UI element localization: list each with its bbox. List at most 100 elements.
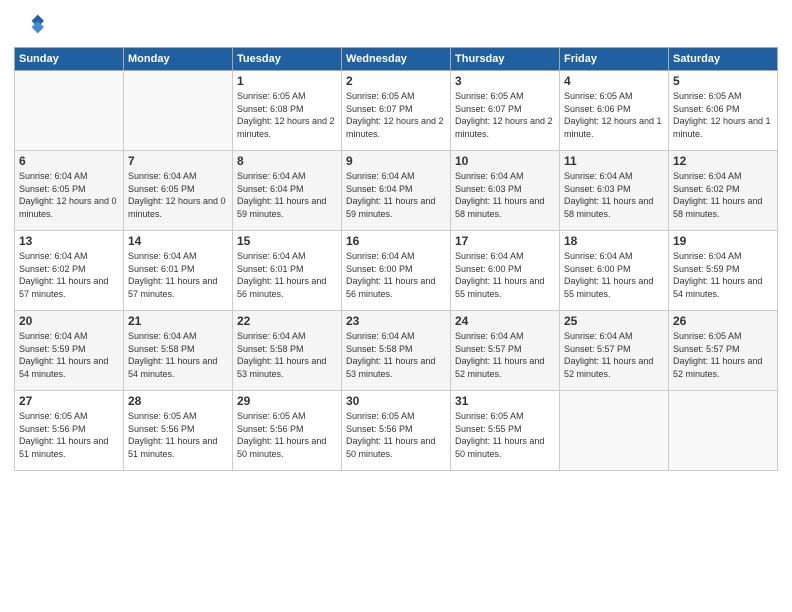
day-number: 16 [346, 234, 446, 248]
calendar-cell [560, 391, 669, 471]
weekday-header-thursday: Thursday [451, 48, 560, 71]
calendar-cell: 25Sunrise: 6:04 AM Sunset: 5:57 PM Dayli… [560, 311, 669, 391]
day-number: 19 [673, 234, 773, 248]
day-info: Sunrise: 6:05 AM Sunset: 6:06 PM Dayligh… [673, 90, 773, 140]
day-info: Sunrise: 6:04 AM Sunset: 6:05 PM Dayligh… [19, 170, 119, 220]
weekday-header-tuesday: Tuesday [233, 48, 342, 71]
day-number: 6 [19, 154, 119, 168]
day-info: Sunrise: 6:05 AM Sunset: 6:07 PM Dayligh… [346, 90, 446, 140]
day-info: Sunrise: 6:04 AM Sunset: 6:01 PM Dayligh… [128, 250, 228, 300]
calendar-cell: 12Sunrise: 6:04 AM Sunset: 6:02 PM Dayli… [669, 151, 778, 231]
calendar-cell: 3Sunrise: 6:05 AM Sunset: 6:07 PM Daylig… [451, 71, 560, 151]
day-number: 24 [455, 314, 555, 328]
day-number: 14 [128, 234, 228, 248]
calendar-cell: 8 Sunrise: 6:04 AM Sunset: 6:04 PM Daylig… [233, 151, 342, 231]
calendar-cell: 30 Sunrise: 6:05 AM Sunset: 5:56 PM Dayli… [342, 391, 451, 471]
calendar-cell: 10Sunrise: 6:04 AM Sunset: 6:03 PM Dayli… [451, 151, 560, 231]
calendar-cell: 20 Sunrise: 6:04 AM Sunset: 5:59 PM Dayli… [15, 311, 124, 391]
day-number: 2 [346, 74, 446, 88]
calendar-cell: 9Sunrise: 6:04 AM Sunset: 6:04 PM Daylig… [342, 151, 451, 231]
calendar-cell [669, 391, 778, 471]
calendar-cell: 4 Sunrise: 6:05 AM Sunset: 6:06 PM Daylig… [560, 71, 669, 151]
calendar-cell: 29 Sunrise: 6:05 AM Sunset: 5:56 PM Dayli… [233, 391, 342, 471]
day-number: 20 [19, 314, 119, 328]
day-number: 30 [346, 394, 446, 408]
day-number: 7 [128, 154, 228, 168]
calendar-cell: 5 Sunrise: 6:05 AM Sunset: 6:06 PM Daylig… [669, 71, 778, 151]
calendar-cell: 19 Sunrise: 6:04 AM Sunset: 5:59 PM Dayli… [669, 231, 778, 311]
day-info: Sunrise: 6:04 AM Sunset: 6:05 PM Dayligh… [128, 170, 228, 220]
calendar-cell: 17Sunrise: 6:04 AM Sunset: 6:00 PM Dayli… [451, 231, 560, 311]
day-info: Sunrise: 6:04 AM Sunset: 6:03 PM Dayligh… [564, 170, 664, 220]
week-row-4: 20 Sunrise: 6:04 AM Sunset: 5:59 PM Dayli… [15, 311, 778, 391]
weekday-header-saturday: Saturday [669, 48, 778, 71]
calendar-cell: 28 Sunrise: 6:05 AM Sunset: 5:56 PM Dayli… [124, 391, 233, 471]
day-number: 5 [673, 74, 773, 88]
calendar-cell: 22Sunrise: 6:04 AM Sunset: 5:58 PM Dayli… [233, 311, 342, 391]
day-info: Sunrise: 6:05 AM Sunset: 5:56 PM Dayligh… [128, 410, 228, 460]
logo [14, 10, 44, 43]
day-number: 23 [346, 314, 446, 328]
day-info: Sunrise: 6:04 AM Sunset: 5:59 PM Dayligh… [673, 250, 773, 300]
day-number: 27 [19, 394, 119, 408]
day-number: 10 [455, 154, 555, 168]
day-info: Sunrise: 6:04 AM Sunset: 5:58 PM Dayligh… [346, 330, 446, 380]
day-number: 8 [237, 154, 337, 168]
day-info: Sunrise: 6:05 AM Sunset: 6:06 PM Dayligh… [564, 90, 664, 140]
calendar-cell [124, 71, 233, 151]
day-info: Sunrise: 6:05 AM Sunset: 5:56 PM Dayligh… [346, 410, 446, 460]
header [14, 10, 778, 43]
day-info: Sunrise: 6:05 AM Sunset: 5:56 PM Dayligh… [19, 410, 119, 460]
week-row-2: 6 Sunrise: 6:04 AM Sunset: 6:05 PM Daylig… [15, 151, 778, 231]
day-number: 3 [455, 74, 555, 88]
day-info: Sunrise: 6:05 AM Sunset: 6:08 PM Dayligh… [237, 90, 337, 140]
day-number: 17 [455, 234, 555, 248]
weekday-header-friday: Friday [560, 48, 669, 71]
calendar-cell: 23 Sunrise: 6:04 AM Sunset: 5:58 PM Dayli… [342, 311, 451, 391]
calendar-cell: 6 Sunrise: 6:04 AM Sunset: 6:05 PM Daylig… [15, 151, 124, 231]
day-info: Sunrise: 6:04 AM Sunset: 5:58 PM Dayligh… [237, 330, 337, 380]
calendar-cell [15, 71, 124, 151]
weekday-header-wednesday: Wednesday [342, 48, 451, 71]
calendar-cell: 31 Sunrise: 6:05 AM Sunset: 5:55 PM Dayli… [451, 391, 560, 471]
calendar-cell: 14 Sunrise: 6:04 AM Sunset: 6:01 PM Dayli… [124, 231, 233, 311]
calendar-cell: 18 Sunrise: 6:04 AM Sunset: 6:00 PM Dayli… [560, 231, 669, 311]
day-number: 12 [673, 154, 773, 168]
day-info: Sunrise: 6:04 AM Sunset: 5:58 PM Dayligh… [128, 330, 228, 380]
calendar-cell: 24 Sunrise: 6:04 AM Sunset: 5:57 PM Dayli… [451, 311, 560, 391]
calendar-cell: 16 Sunrise: 6:04 AM Sunset: 6:00 PM Dayli… [342, 231, 451, 311]
calendar-cell: 1 Sunrise: 6:05 AM Sunset: 6:08 PM Daylig… [233, 71, 342, 151]
calendar-cell: 21Sunrise: 6:04 AM Sunset: 5:58 PM Dayli… [124, 311, 233, 391]
day-info: Sunrise: 6:04 AM Sunset: 6:02 PM Dayligh… [19, 250, 119, 300]
calendar-cell: 15 Sunrise: 6:04 AM Sunset: 6:01 PM Dayli… [233, 231, 342, 311]
week-row-1: 1 Sunrise: 6:05 AM Sunset: 6:08 PM Daylig… [15, 71, 778, 151]
day-number: 11 [564, 154, 664, 168]
day-info: Sunrise: 6:04 AM Sunset: 6:00 PM Dayligh… [346, 250, 446, 300]
day-info: Sunrise: 6:05 AM Sunset: 5:55 PM Dayligh… [455, 410, 555, 460]
day-number: 26 [673, 314, 773, 328]
day-info: Sunrise: 6:04 AM Sunset: 5:57 PM Dayligh… [455, 330, 555, 380]
day-number: 31 [455, 394, 555, 408]
day-info: Sunrise: 6:04 AM Sunset: 6:00 PM Dayligh… [564, 250, 664, 300]
day-number: 13 [19, 234, 119, 248]
calendar-cell: 7 Sunrise: 6:04 AM Sunset: 6:05 PM Daylig… [124, 151, 233, 231]
day-info: Sunrise: 6:04 AM Sunset: 6:04 PM Dayligh… [237, 170, 337, 220]
day-number: 28 [128, 394, 228, 408]
day-info: Sunrise: 6:05 AM Sunset: 5:57 PM Dayligh… [673, 330, 773, 380]
day-info: Sunrise: 6:04 AM Sunset: 5:59 PM Dayligh… [19, 330, 119, 380]
calendar-cell: 2 Sunrise: 6:05 AM Sunset: 6:07 PM Daylig… [342, 71, 451, 151]
day-number: 4 [564, 74, 664, 88]
day-info: Sunrise: 6:04 AM Sunset: 5:57 PM Dayligh… [564, 330, 664, 380]
day-number: 15 [237, 234, 337, 248]
calendar-cell: 13 Sunrise: 6:04 AM Sunset: 6:02 PM Dayli… [15, 231, 124, 311]
day-info: Sunrise: 6:05 AM Sunset: 5:56 PM Dayligh… [237, 410, 337, 460]
page-container: SundayMondayTuesdayWednesdayThursdayFrid… [0, 0, 792, 477]
weekday-header-row: SundayMondayTuesdayWednesdayThursdayFrid… [15, 48, 778, 71]
logo-icon [16, 10, 44, 38]
day-info: Sunrise: 6:04 AM Sunset: 6:01 PM Dayligh… [237, 250, 337, 300]
weekday-header-sunday: Sunday [15, 48, 124, 71]
day-number: 18 [564, 234, 664, 248]
day-info: Sunrise: 6:04 AM Sunset: 6:04 PM Dayligh… [346, 170, 446, 220]
day-number: 1 [237, 74, 337, 88]
day-number: 29 [237, 394, 337, 408]
